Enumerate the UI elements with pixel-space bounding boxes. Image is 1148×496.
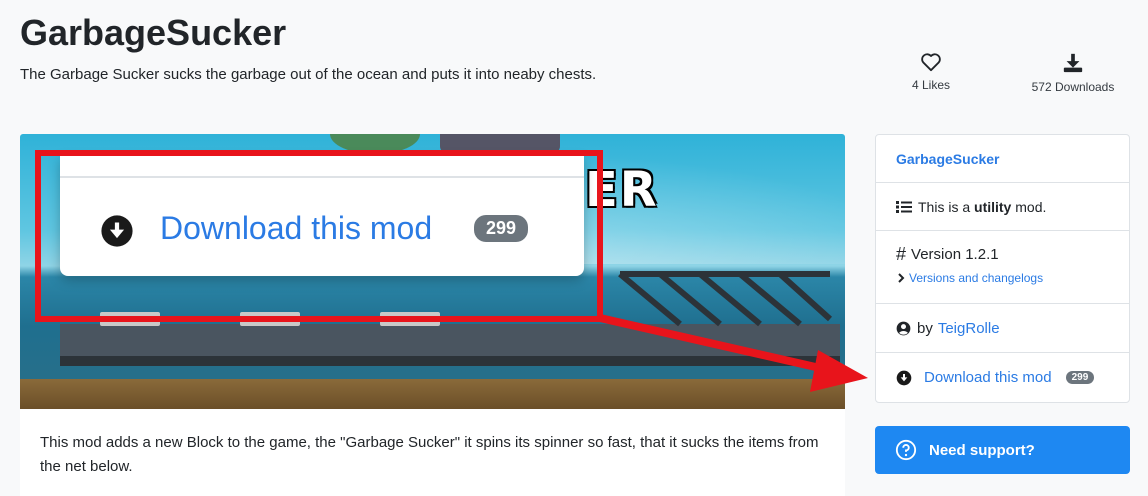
likes-count: 4 Likes [911, 78, 951, 92]
type-prefix: This is a [918, 198, 975, 215]
highlight-box [35, 150, 603, 322]
author-prefix: by [917, 319, 933, 337]
type-value: utility [974, 198, 1012, 215]
page-title: GarbageSucker [20, 12, 287, 53]
type-suffix: mod. [1011, 198, 1047, 215]
downloads-count: 572 Downloads [1031, 80, 1115, 94]
mod-description: This mod adds a new Block to the game, t… [20, 409, 845, 496]
like-button[interactable]: 4 Likes [900, 52, 962, 92]
sidebar-author: by TeigRolle [876, 304, 1129, 353]
page-subtitle: The Garbage Sucker sucks the garbage out… [20, 66, 597, 83]
downloads-stat: 572 Downloads [1018, 52, 1128, 94]
need-support-button[interactable]: Need support? [875, 426, 1130, 474]
sidebar-version: # Version 1.2.1 Versions and changelogs [876, 231, 1129, 304]
versions-changelog-link[interactable]: Versions and changelogs [896, 271, 1109, 285]
version-label: Version 1.2.1 [911, 246, 999, 263]
download-circle-icon [896, 370, 912, 385]
sidebar-mod-type: This is a utility mod. [876, 183, 1129, 231]
sidebar-mod-name[interactable]: GarbageSucker [876, 135, 1129, 183]
question-circle-icon [895, 439, 917, 461]
author-link[interactable]: TeigRolle [938, 320, 1000, 337]
need-support-label[interactable]: Need support? [929, 442, 1035, 459]
hash-icon: # [896, 244, 907, 264]
list-icon [896, 200, 912, 213]
mod-info-sidebar: GarbageSucker This is a utility mod. # V… [875, 134, 1130, 403]
banner-deck [20, 379, 845, 409]
download-tray-icon [1063, 53, 1083, 73]
heart-icon [921, 53, 941, 72]
download-count-badge: 299 [1065, 371, 1095, 384]
user-circle-icon [896, 321, 911, 335]
download-mod-link[interactable]: Download this mod [924, 369, 1052, 386]
mod-name-link[interactable]: GarbageSucker [896, 151, 1000, 167]
sidebar-download-button[interactable]: Download this mod 299 [876, 353, 1129, 402]
versions-link-text[interactable]: Versions and changelogs [909, 271, 1043, 285]
description-text: This mod adds a new Block to the game, t… [40, 434, 819, 475]
chevron-right-icon [898, 273, 905, 283]
